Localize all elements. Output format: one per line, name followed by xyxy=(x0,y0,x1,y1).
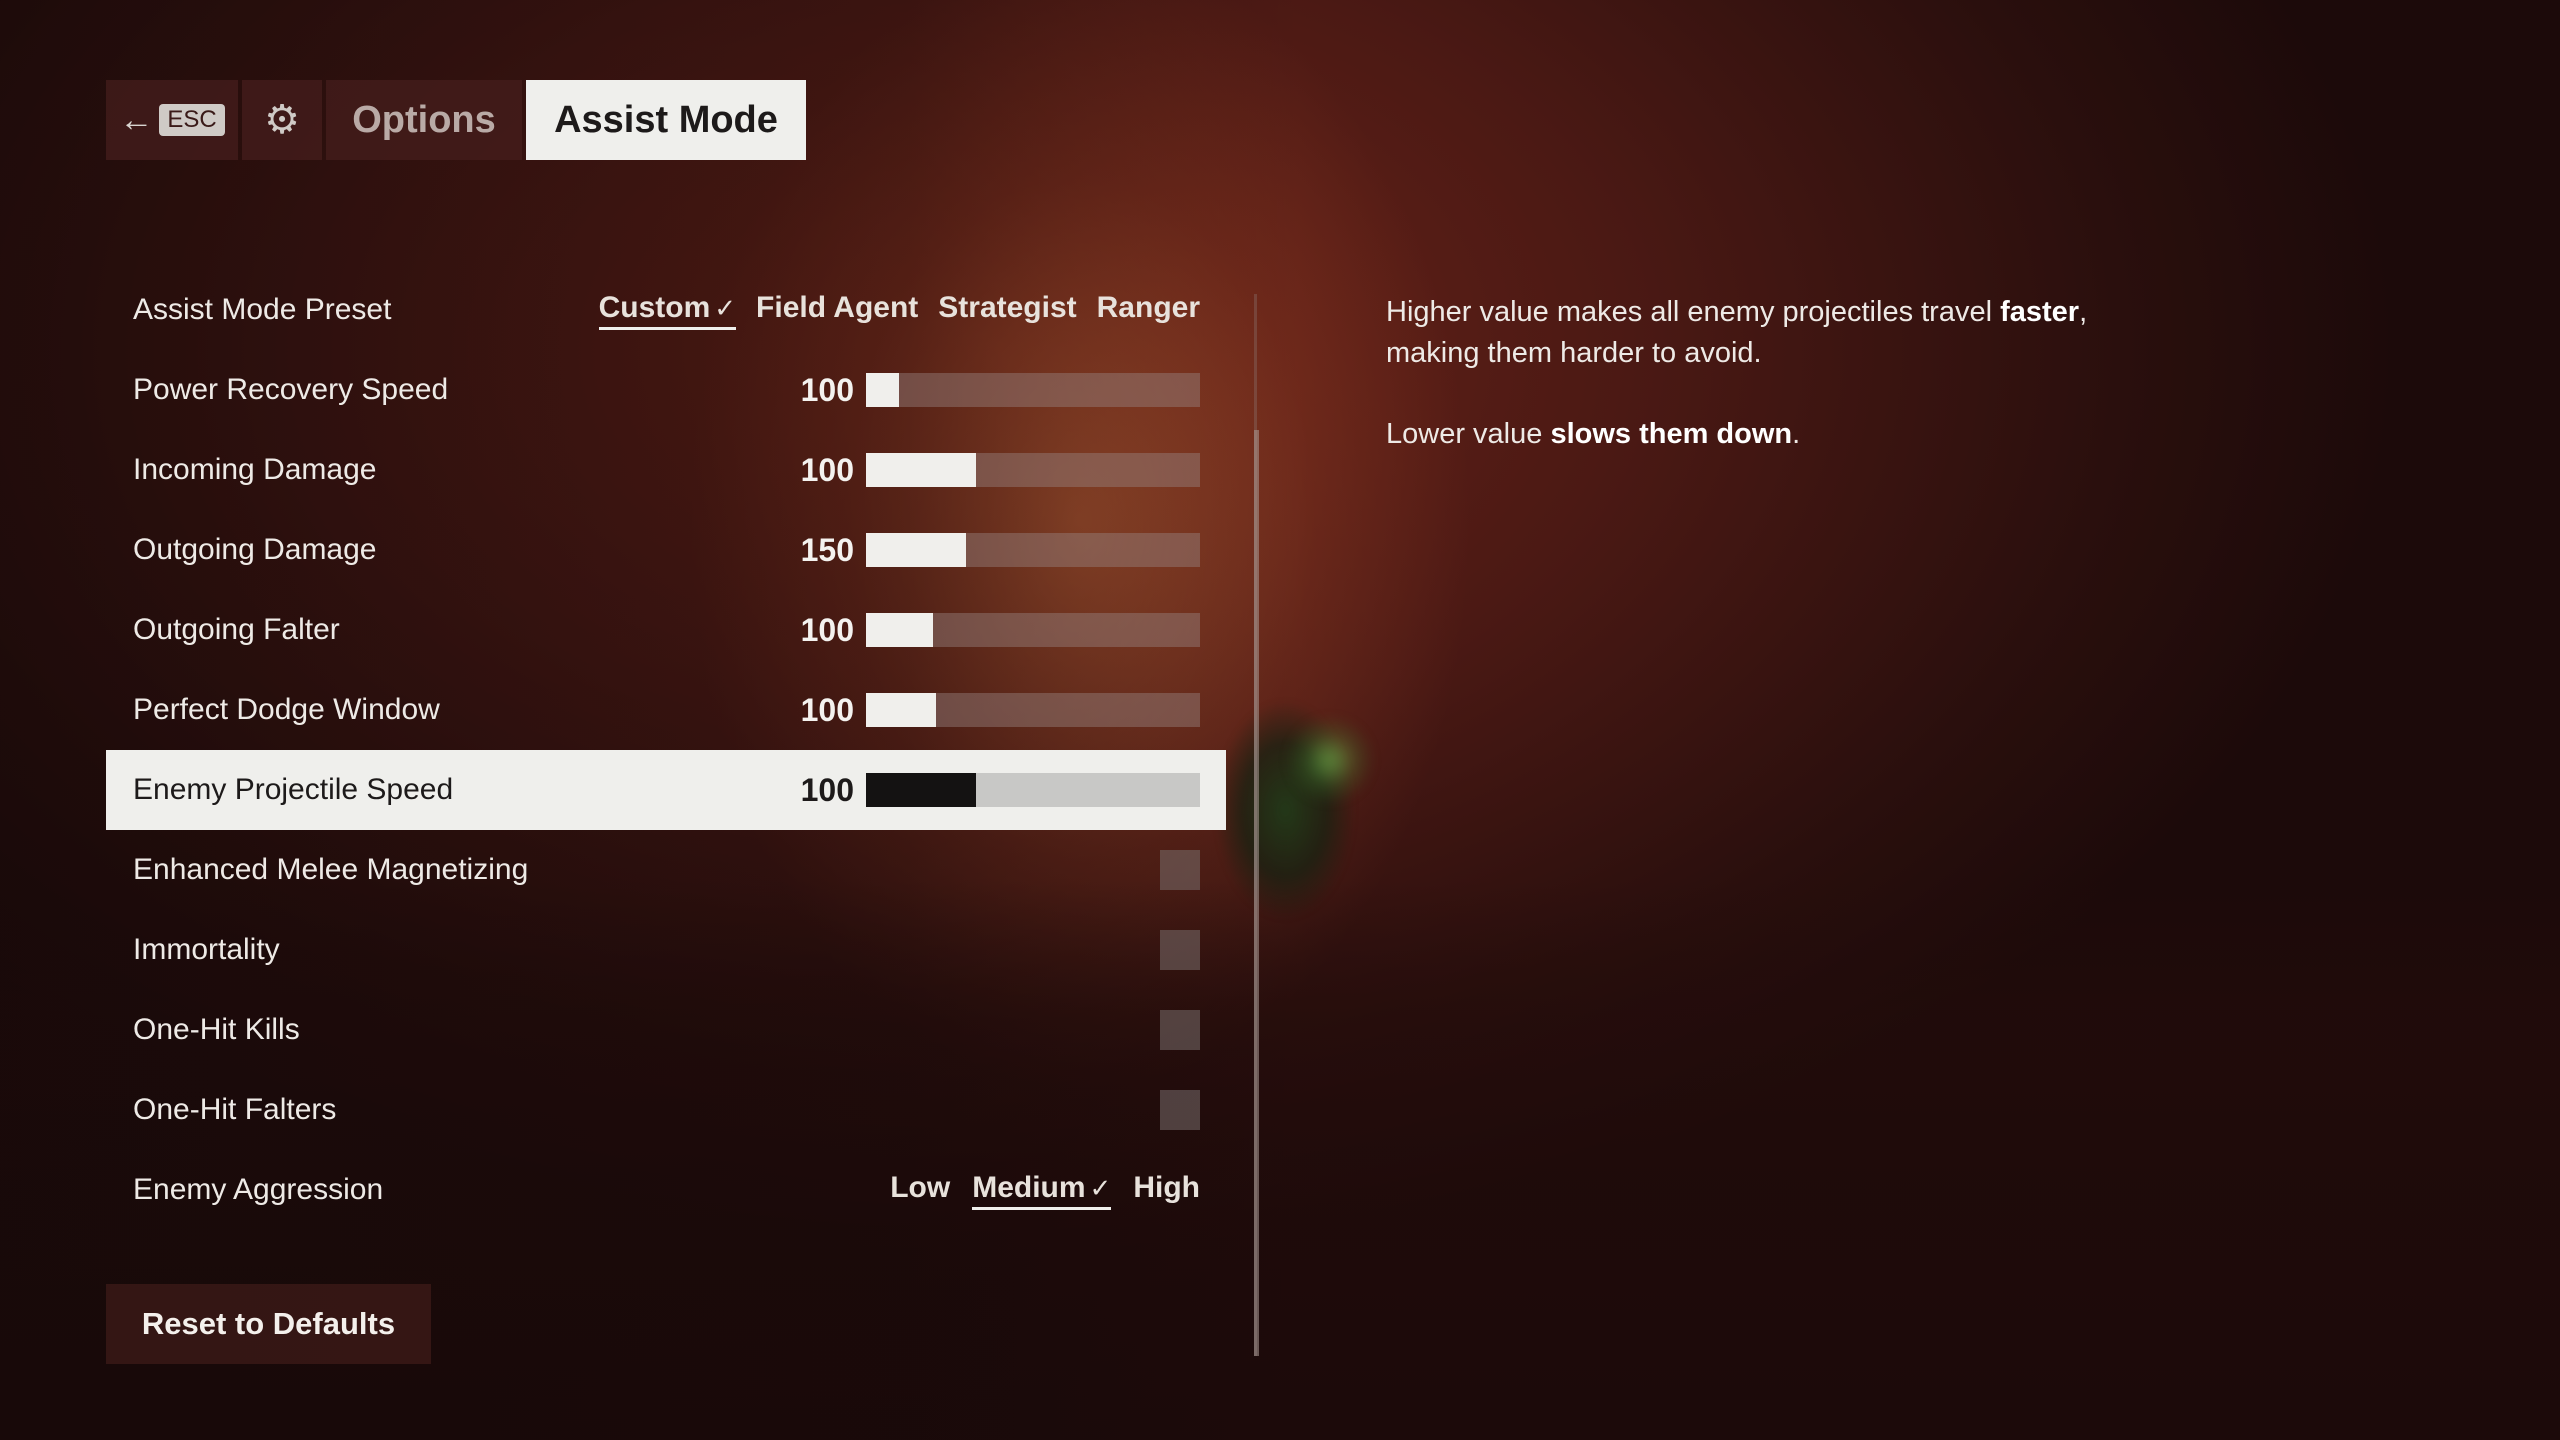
back-button[interactable]: ← ESC xyxy=(106,80,238,160)
slider-fill xyxy=(866,533,967,567)
toggle-label: Enhanced Melee Magnetizing xyxy=(133,853,529,886)
toggle-label: Immortality xyxy=(133,933,280,966)
settings-list: Assist Mode Preset Custom ✓ Field Agent S… xyxy=(106,270,1226,1230)
aggression-option-low[interactable]: Low xyxy=(890,1171,950,1210)
toggle-row[interactable]: One-Hit Kills xyxy=(106,990,1226,1070)
toggle-row[interactable]: Enhanced Melee Magnetizing xyxy=(106,830,1226,910)
toggle-label: One-Hit Kills xyxy=(133,1013,300,1046)
aggression-option-high[interactable]: High xyxy=(1133,1171,1200,1210)
description-paragraph: Lower value slows them down. xyxy=(1386,414,2146,455)
slider-value: 150 xyxy=(800,531,854,568)
slider-label: Outgoing Falter xyxy=(133,613,340,646)
description-text: . xyxy=(1792,418,1801,450)
immortality-checkbox[interactable] xyxy=(1160,930,1200,970)
slider-row[interactable]: Perfect Dodge Window 100 xyxy=(106,670,1226,750)
preset-row[interactable]: Assist Mode Preset Custom ✓ Field Agent S… xyxy=(106,270,1226,350)
slider-row[interactable]: Outgoing Damage 150 xyxy=(106,510,1226,590)
slider-label: Power Recovery Speed xyxy=(133,373,449,406)
check-icon: ✓ xyxy=(714,292,737,323)
one-hit-falters-checkbox[interactable] xyxy=(1160,1090,1200,1130)
aggression-options: Low Medium ✓ High xyxy=(890,1171,1200,1210)
preset-options: Custom ✓ Field Agent Strategist Ranger xyxy=(598,290,1200,330)
outgoing-falter-slider[interactable] xyxy=(866,613,1200,647)
reset-to-defaults-button[interactable]: Reset to Defaults xyxy=(106,1284,431,1364)
one-hit-kills-checkbox[interactable] xyxy=(1160,1010,1200,1050)
slider-fill xyxy=(866,773,977,807)
perfect-dodge-window-slider[interactable] xyxy=(866,693,1200,727)
description-paragraph: Higher value makes all enemy projectiles… xyxy=(1386,292,2146,374)
tab-options[interactable]: Options xyxy=(326,80,522,160)
slider-row[interactable]: Power Recovery Speed 100 xyxy=(106,350,1226,430)
settings-gear-button[interactable]: ⚙ xyxy=(242,80,322,160)
toggle-row[interactable]: Immortality xyxy=(106,910,1226,990)
incoming-damage-slider[interactable] xyxy=(866,453,1200,487)
preset-option-custom-label: Custom xyxy=(598,290,711,324)
slider-row[interactable]: Outgoing Falter 100 xyxy=(106,590,1226,670)
enhanced-melee-magnetizing-checkbox[interactable] xyxy=(1160,850,1200,890)
slider-label: Enemy Projectile Speed xyxy=(133,773,454,806)
slider-fill xyxy=(866,373,900,407)
slider-value: 100 xyxy=(800,611,854,648)
slider-value: 100 xyxy=(800,371,854,408)
description-text: Higher value makes all enemy projectiles… xyxy=(1386,296,2001,328)
preset-option-custom[interactable]: Custom ✓ xyxy=(598,290,737,330)
scrollbar-thumb[interactable] xyxy=(1254,430,1259,1356)
top-navigation: ← ESC ⚙ Options Assist Mode xyxy=(106,80,806,160)
check-icon: ✓ xyxy=(1089,1172,1112,1203)
toggle-label: One-Hit Falters xyxy=(133,1093,337,1126)
back-arrow-icon: ← xyxy=(119,101,154,139)
enemy-projectile-speed-slider[interactable] xyxy=(866,773,1200,807)
tab-assist-mode[interactable]: Assist Mode xyxy=(526,80,806,160)
description-text: making them harder to avoid. xyxy=(1386,337,1762,369)
preset-label: Assist Mode Preset xyxy=(133,293,392,326)
slider-label: Incoming Damage xyxy=(133,453,377,486)
aggression-row[interactable]: Enemy Aggression Low Medium ✓ High xyxy=(106,1150,1226,1230)
slider-row-selected[interactable]: Enemy Projectile Speed 100 xyxy=(106,750,1226,830)
preset-option-ranger[interactable]: Ranger xyxy=(1097,291,1200,330)
preset-option-field-agent[interactable]: Field Agent xyxy=(756,291,918,330)
setting-description: Higher value makes all enemy projectiles… xyxy=(1386,292,2146,495)
slider-value: 100 xyxy=(800,771,854,808)
slider-value: 100 xyxy=(800,451,854,488)
background-glow xyxy=(1290,720,1370,800)
description-emphasis: faster xyxy=(2000,296,2080,328)
aggression-label: Enemy Aggression xyxy=(133,1173,384,1206)
toggle-row[interactable]: One-Hit Falters xyxy=(106,1070,1226,1150)
description-text: Lower value xyxy=(1386,418,1551,450)
power-recovery-speed-slider[interactable] xyxy=(866,373,1200,407)
aggression-option-medium-label: Medium xyxy=(972,1170,1086,1204)
slider-fill xyxy=(866,453,977,487)
outgoing-damage-slider[interactable] xyxy=(866,533,1200,567)
slider-fill xyxy=(866,613,933,647)
gear-icon: ⚙ xyxy=(264,98,300,142)
slider-label: Outgoing Damage xyxy=(133,533,377,566)
slider-fill xyxy=(866,693,937,727)
description-emphasis: slows them down xyxy=(1550,418,1793,450)
preset-option-strategist[interactable]: Strategist xyxy=(938,291,1076,330)
slider-label: Perfect Dodge Window xyxy=(133,693,440,726)
esc-key-hint: ESC xyxy=(159,104,225,136)
slider-value: 100 xyxy=(800,691,854,728)
slider-row[interactable]: Incoming Damage 100 xyxy=(106,430,1226,510)
description-text: , xyxy=(2079,296,2088,328)
aggression-option-medium[interactable]: Medium ✓ xyxy=(972,1170,1112,1210)
